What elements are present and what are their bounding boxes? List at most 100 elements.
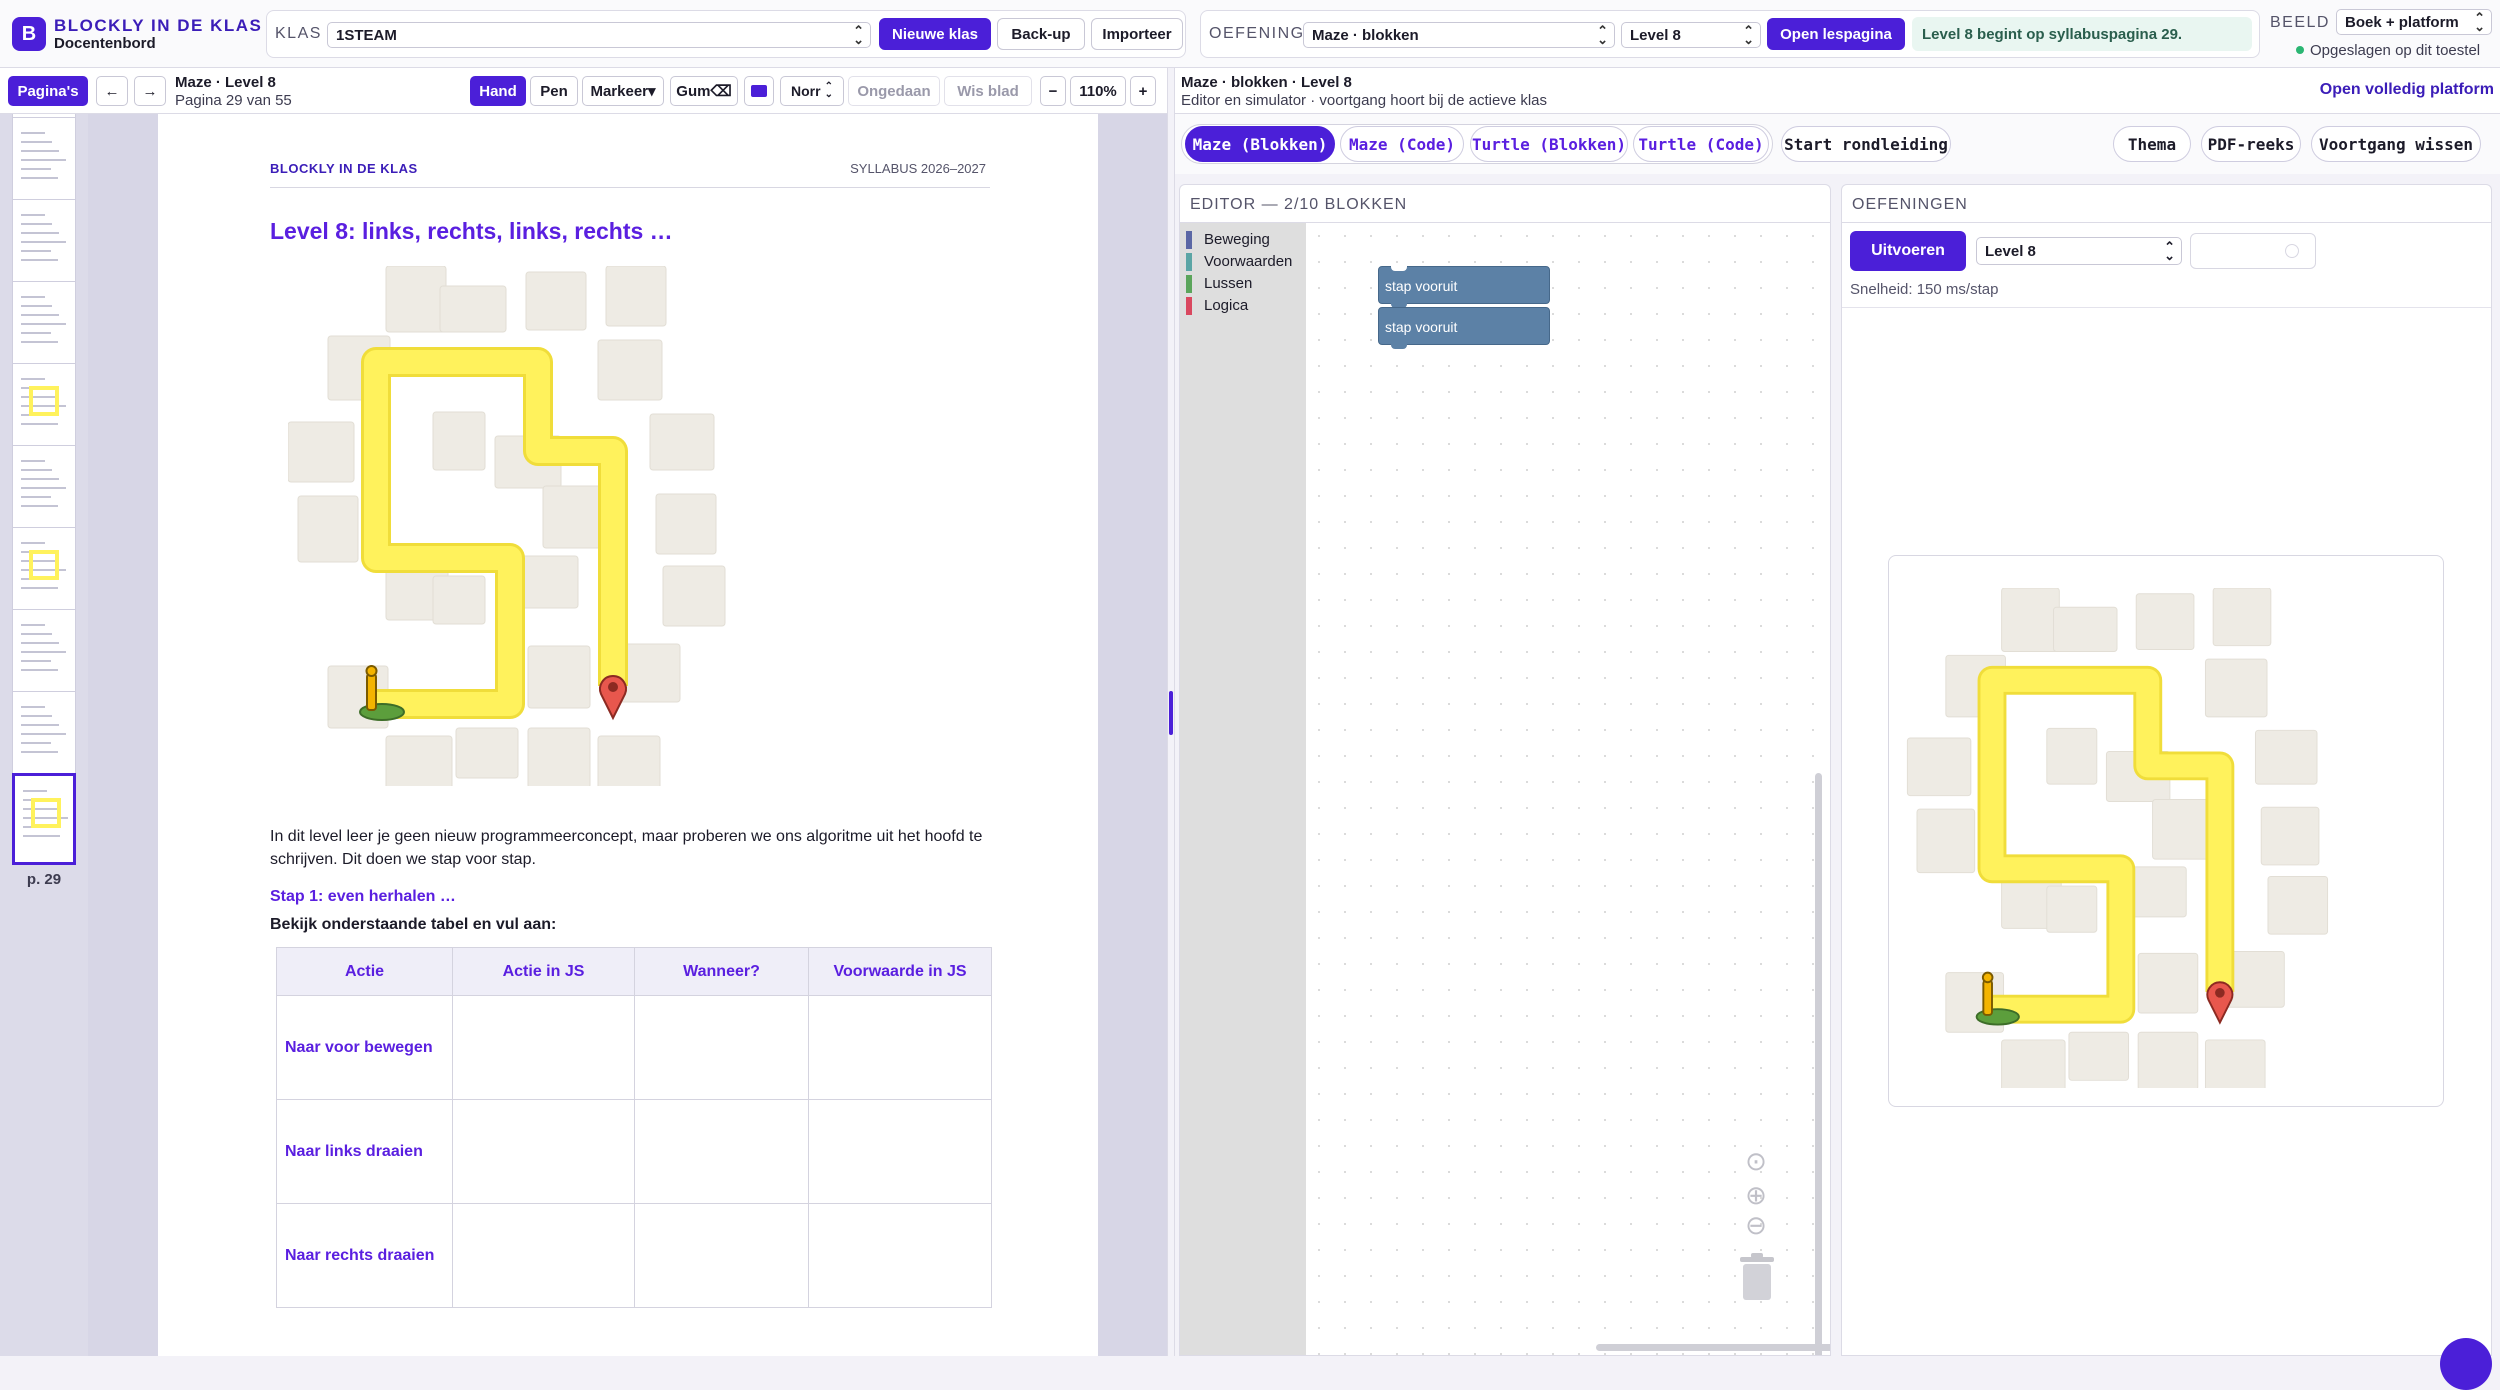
category-loops[interactable]: Lussen: [1186, 275, 1252, 295]
table-header: Actie in JS: [452, 947, 635, 996]
zoom-out-icon[interactable]: ⊖: [1742, 1211, 1770, 1239]
category-logic[interactable]: Logica: [1186, 297, 1248, 317]
select-chevron-icon: ⌃ ⌄: [824, 81, 833, 100]
recenter-icon[interactable]: ⊙: [1742, 1147, 1770, 1175]
class-select[interactable]: 1STEAM ⌃ ⌄: [327, 22, 871, 48]
maze-wall-tile: [288, 421, 355, 483]
block-label: stap vooruit: [1385, 319, 1458, 335]
thumbnail-text-line: [21, 487, 66, 489]
table-row: Naar links draaien: [276, 1099, 992, 1204]
tab-maze-blocks[interactable]: Maze (Blokken): [1185, 126, 1335, 162]
zoom-level[interactable]: 110%: [1070, 76, 1126, 106]
thumbnail-text-line: [21, 159, 66, 161]
pane-splitter[interactable]: [1167, 68, 1175, 1356]
save-status: Opgeslagen op dit toestel: [2296, 42, 2480, 59]
page-thumbnail[interactable]: [12, 445, 76, 537]
block-workspace[interactable]: stap vooruit stap vooruit ⊙ ⊕ ⊖: [1306, 223, 1830, 1355]
tab-turtle-code[interactable]: Turtle (Code): [1633, 126, 1769, 162]
maze-wall-tile: [455, 727, 519, 779]
code-block[interactable]: stap vooruit: [1378, 307, 1550, 349]
splitter-handle[interactable]: [1169, 691, 1173, 735]
open-lesson-button[interactable]: Open lespagina: [1767, 18, 1905, 50]
start-tour-button[interactable]: Start rondleiding: [1781, 126, 1951, 162]
thumbnail-text-line: [21, 332, 51, 334]
open-platform-link[interactable]: Open volledig platform: [2320, 81, 2494, 99]
app-title: Maze · blokken · Level 8: [1181, 74, 1352, 91]
table-cell[interactable]: [452, 1099, 635, 1204]
eraser-tool-button[interactable]: Gum⌫: [670, 76, 738, 106]
table-cell[interactable]: [808, 1203, 992, 1308]
select-chevron-icon: ⌃ ⌄: [2164, 239, 2175, 263]
maze-wall-tile: [655, 493, 717, 555]
hand-tool-button[interactable]: Hand: [470, 76, 526, 106]
table-cell[interactable]: [634, 1203, 809, 1308]
category-movement[interactable]: Beweging: [1186, 231, 1270, 251]
theme-button[interactable]: Thema: [2113, 126, 2191, 162]
zoom-in-button[interactable]: +: [1130, 76, 1156, 106]
pen-tool-button[interactable]: Pen: [530, 76, 578, 106]
maze-wall-tile: [2001, 588, 2060, 652]
page-thumbnail[interactable]: [12, 773, 76, 865]
run-button[interactable]: Uitvoeren: [1850, 231, 1966, 271]
pages-button[interactable]: Pagina's: [8, 76, 88, 106]
page-thumbnail[interactable]: [12, 691, 76, 783]
table-cell[interactable]: [452, 1203, 635, 1308]
next-page-button[interactable]: →: [134, 76, 166, 106]
stroke-size-select[interactable]: Norr ⌃ ⌄: [780, 76, 844, 106]
exercise-select[interactable]: Maze · blokken ⌃ ⌄: [1303, 22, 1615, 48]
color-picker[interactable]: [744, 76, 774, 106]
level-select[interactable]: Level 8 ⌃ ⌄: [1621, 22, 1761, 48]
view-select-value: Boek + platform: [2345, 14, 2459, 31]
new-class-button[interactable]: Nieuwe klas: [879, 18, 991, 50]
maze-wall-tile: [605, 266, 667, 327]
code-block[interactable]: stap vooruit: [1378, 266, 1550, 308]
category-conditions[interactable]: Voorwaarden: [1186, 253, 1292, 273]
tab-turtle-blocks[interactable]: Turtle (Blokken): [1470, 126, 1628, 162]
speed-slider[interactable]: [2190, 233, 2316, 269]
marker-tool-button[interactable]: Markeer▾: [582, 76, 664, 106]
prev-page-button[interactable]: ←: [96, 76, 128, 106]
editor-header: EDITOR — 2/10 BLOKKEN: [1180, 185, 1830, 223]
view-select[interactable]: Boek + platform ⌃ ⌄: [2336, 9, 2492, 35]
horizontal-scrollbar[interactable]: [1596, 1344, 1830, 1351]
trash-icon[interactable]: [1738, 1253, 1776, 1301]
table-cell[interactable]: [808, 995, 992, 1100]
maze-wall-tile: [385, 735, 453, 786]
backup-button[interactable]: Back-up: [997, 18, 1085, 50]
maze-wall-tile: [1906, 737, 1972, 797]
maze-wall-tile: [432, 411, 486, 471]
exercise-level-select[interactable]: Level 8 ⌃ ⌄: [1976, 237, 2182, 265]
table-cell[interactable]: [634, 995, 809, 1100]
undo-button[interactable]: Ongedaan: [848, 76, 940, 106]
thumbnail-text-line: [21, 305, 52, 307]
table-cell[interactable]: [634, 1099, 809, 1204]
page-thumbnail[interactable]: [12, 609, 76, 701]
action-table: Actie Actie in JS Wanneer? Voorwaarde in…: [276, 947, 992, 1308]
zoom-out-button[interactable]: −: [1040, 76, 1066, 106]
table-cell[interactable]: [452, 995, 635, 1100]
page-thumbnail[interactable]: [12, 281, 76, 373]
slider-knob[interactable]: [2285, 244, 2299, 258]
tab-maze-code[interactable]: Maze (Code): [1340, 126, 1464, 162]
vertical-scrollbar[interactable]: [1815, 773, 1822, 1355]
pdf-viewer[interactable]: BLOCKLY IN DE KLAS SYLLABUS 2026–2027 Le…: [88, 114, 1167, 1356]
category-label: Voorwaarden: [1204, 253, 1293, 270]
page-thumbnail[interactable]: [12, 363, 76, 455]
page-thumbnail[interactable]: [12, 117, 76, 209]
maze-wall-tile: [662, 565, 726, 627]
help-button[interactable]: [2440, 1338, 2492, 1390]
maze-wall-tile: [2001, 1039, 2066, 1088]
clear-progress-button[interactable]: Voortgang wissen: [2311, 126, 2481, 162]
zoom-in-icon[interactable]: ⊕: [1742, 1181, 1770, 1209]
page-thumbnail[interactable]: [12, 527, 76, 619]
maze-simulator[interactable]: [1888, 555, 2444, 1107]
page-thumbnail[interactable]: [12, 199, 76, 291]
table-cell[interactable]: [808, 1099, 992, 1204]
thumbnail-text-line: [21, 460, 45, 462]
table-header-row: Actie Actie in JS Wanneer? Voorwaarde in…: [276, 947, 992, 996]
thumbnail-text-line: [21, 542, 45, 544]
thumbnail-text-line: [21, 624, 45, 626]
pdf-series-button[interactable]: PDF-reeks: [2201, 126, 2301, 162]
clear-sheet-button[interactable]: Wis blad: [944, 76, 1032, 106]
import-button[interactable]: Importeer: [1091, 18, 1183, 50]
